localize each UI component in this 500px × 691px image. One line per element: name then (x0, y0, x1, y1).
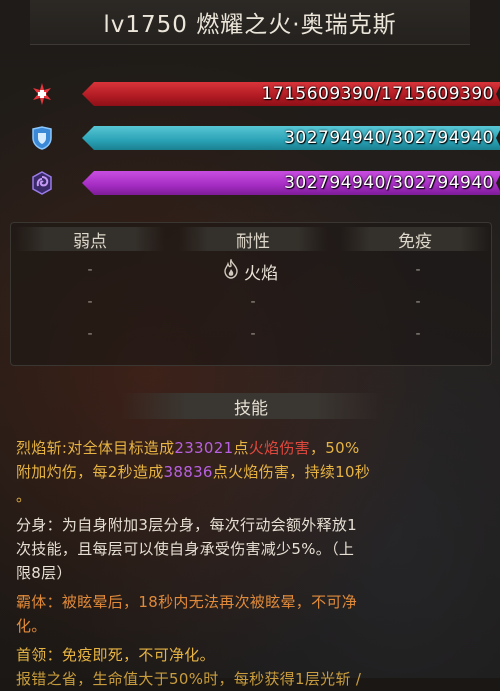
skill-clone: 分身：为自身附加3层分身，每次行动会额外释放1 次技能，且每层可以使自身承受伤害… (16, 513, 484, 585)
immunity-dash-3: - (415, 326, 421, 342)
skill-5-line-1: 报错之省，生命值大于50%时，每秒获得1层光斩 / (16, 670, 362, 688)
skill-boss: 首领：免疫即死，不可净化。 (16, 643, 484, 667)
skill-flame-slash: 烈焰斩:对全体目标造成233021点火焰伤害，50% 附加灼伤，每2秒造成388… (16, 436, 484, 508)
weakness-header: 弱点 (15, 227, 165, 252)
boss-title: lv1750 燃耀之火·奥瑞克斯 (30, 0, 470, 45)
skills-header: 技能 (120, 393, 382, 419)
immunity-dash-1: - (415, 262, 421, 278)
shield-value: 302794940/302794940 (284, 128, 494, 148)
immunity-header: 免疫 (340, 227, 490, 252)
resistance-header: 耐性 (178, 227, 328, 252)
immunity-dash-2: - (415, 294, 421, 310)
skill-1-text-c: ，50% (309, 439, 360, 457)
health-cross-icon (28, 81, 56, 107)
fire-icon (222, 257, 240, 284)
skill-2-line-2: 次技能，且每层可以使自身承受伤害减少5%。（上 (16, 540, 355, 558)
skill-5-partial: 报错之省，生命值大于50%时，每秒获得1层光斩 / (16, 667, 484, 691)
weakness-dash-3: - (87, 326, 93, 342)
skill-3-line-2: 化。 (16, 617, 47, 635)
hp-row: 1715609390/1715609390 (28, 81, 478, 107)
skill-1-text-a: 对全体目标造成 (67, 439, 175, 457)
skill-tyrant-body: 霸体：被眩晕后，18秒内无法再次被眩晕，不可净 化。 (16, 590, 484, 638)
skill-1-burn-a: 附加灼伤，每2秒造成 (16, 463, 164, 481)
skill-2-line-1: 分身：为自身附加3层分身，每次行动会额外释放1 (16, 516, 357, 534)
resistance-dash-2: - (250, 294, 256, 310)
skill-1-name: 烈焰斩: (16, 439, 68, 457)
energy-value: 302794940/302794940 (284, 173, 494, 193)
skill-1-end: 。 (16, 487, 32, 505)
hp-bar: 1715609390/1715609390 (82, 82, 500, 106)
fire-resistance-label: 火焰 (244, 264, 278, 284)
skill-2-line-3: 限8层） (16, 564, 72, 582)
shield-bar: 302794940/302794940 (82, 126, 500, 150)
shield-row: 302794940/302794940 (28, 125, 478, 151)
skill-4-line-1: 首领：免疫即死，不可净化。 (16, 646, 215, 664)
fire-resistance: 火焰 (222, 257, 278, 284)
skill-1-burn-b: 点火焰伤害，持续10秒 (212, 463, 371, 481)
resistance-dash-3: - (250, 326, 256, 342)
skill-1-damage-value: 233021 (174, 439, 234, 457)
skill-1-burn-value: 38836 (163, 463, 213, 481)
skill-1-text-b: 点 (233, 439, 249, 457)
skill-1-damage-type: 火焰伤害 (248, 439, 310, 457)
energy-swirl-icon (28, 170, 56, 196)
hp-value: 1715609390/1715609390 (261, 84, 494, 104)
energy-row: 302794940/302794940 (28, 170, 478, 196)
weakness-dash-1: - (87, 262, 93, 278)
shield-icon (28, 125, 56, 151)
skill-3-line-1: 霸体：被眩晕后，18秒内无法再次被眩晕，不可净 (16, 593, 357, 611)
weakness-dash-2: - (87, 294, 93, 310)
energy-bar: 302794940/302794940 (82, 171, 500, 195)
